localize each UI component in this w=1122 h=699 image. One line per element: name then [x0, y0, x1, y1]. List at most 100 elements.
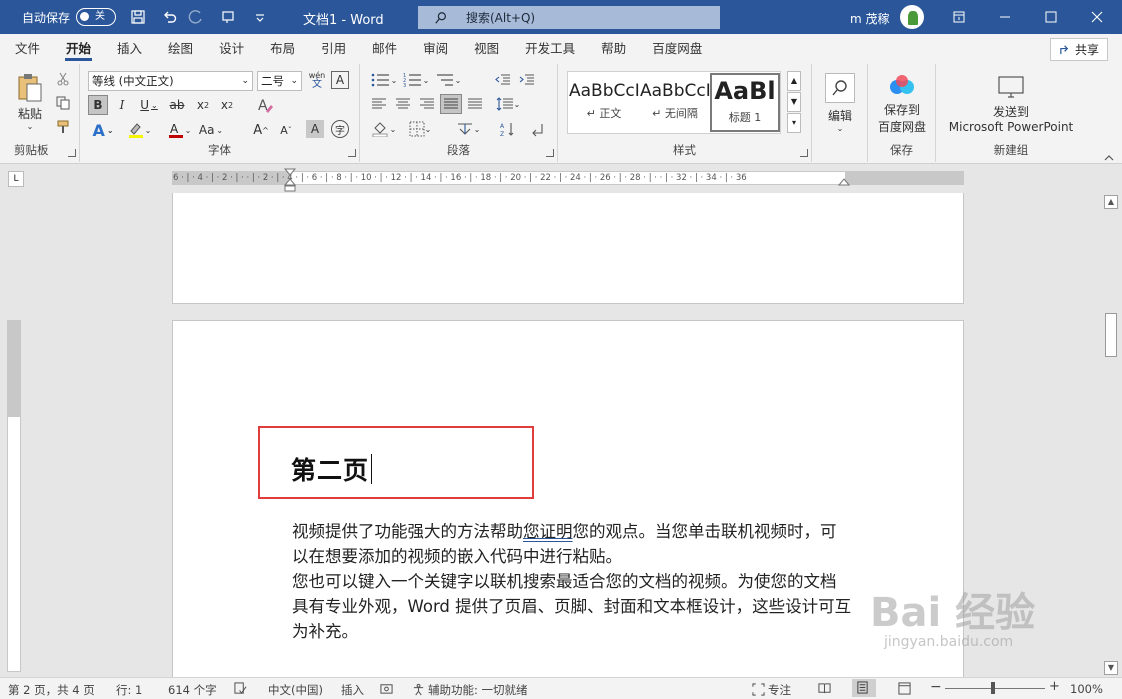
tab-help[interactable]: 帮助	[588, 34, 639, 64]
collapse-ribbon-icon[interactable]	[1104, 152, 1114, 162]
tab-baidu-netdisk[interactable]: 百度网盘	[639, 34, 715, 64]
change-case-button[interactable]: Aa ⌄	[196, 119, 226, 141]
language[interactable]: 中文(中国)	[268, 682, 323, 698]
vertical-scrollbar[interactable]: ▲ ▼	[1104, 195, 1118, 675]
show-marks-icon[interactable]	[526, 119, 548, 139]
page-1-bottom[interactable]	[172, 193, 964, 304]
styles-scroll-up-icon[interactable]: ▲	[787, 71, 801, 91]
print-layout-icon[interactable]	[852, 679, 876, 697]
format-painter-icon[interactable]	[54, 118, 72, 136]
highlight-color-button[interactable]: ⌄	[124, 119, 154, 141]
italic-button[interactable]: I	[112, 95, 132, 115]
accessibility-status[interactable]: 辅助功能: 一切就绪	[412, 682, 528, 698]
bullets-button[interactable]: ⌄	[368, 70, 400, 90]
style-no-spacing[interactable]: AaBbCcI ↵ 无间隔	[640, 73, 710, 132]
tab-draw[interactable]: 绘图	[155, 34, 206, 64]
proofing-icon[interactable]	[234, 682, 250, 696]
multilevel-list-button[interactable]: ⌄	[432, 70, 464, 90]
close-icon[interactable]	[1074, 0, 1120, 34]
shading-button[interactable]: ⌄	[368, 119, 400, 139]
zoom-in-button[interactable]: +	[1049, 679, 1060, 694]
tab-file[interactable]: 文件	[2, 34, 53, 64]
touch-mode-icon[interactable]	[218, 7, 238, 27]
autosave-toggle[interactable]: 关	[76, 8, 117, 26]
customize-toolbar-icon[interactable]	[250, 7, 270, 27]
decrease-indent-icon[interactable]	[492, 70, 514, 90]
tab-developer[interactable]: 开发工具	[512, 34, 588, 64]
page-count[interactable]: 第 2 页，共 4 页	[8, 682, 95, 698]
maximize-icon[interactable]	[1028, 0, 1074, 34]
clear-formatting-icon[interactable]: A	[254, 94, 276, 116]
tab-review[interactable]: 审阅	[410, 34, 461, 64]
tab-insert[interactable]: 插入	[104, 34, 155, 64]
zoom-slider[interactable]	[945, 688, 1045, 689]
underline-button[interactable]: U ⌄	[136, 95, 162, 115]
strikethrough-button[interactable]: ab	[166, 95, 188, 115]
font-name-combo[interactable]: 等线 (中文正文) ⌄	[88, 71, 253, 91]
bold-button[interactable]: B	[88, 95, 108, 115]
redo-icon[interactable]	[186, 7, 206, 27]
cut-icon[interactable]	[54, 70, 72, 88]
send-to-powerpoint-button[interactable]: 发送到 Microsoft PowerPoint	[944, 72, 1078, 136]
align-left-icon[interactable]	[368, 94, 390, 114]
editing-button[interactable]: 编辑 ⌄	[822, 70, 858, 136]
styles-launcher-icon[interactable]	[800, 149, 808, 157]
subscript-button[interactable]: x2	[192, 95, 214, 115]
insert-mode[interactable]: 插入	[341, 682, 364, 698]
styles-scroll-down-icon[interactable]: ▼	[787, 92, 801, 112]
tab-selector[interactable]: L	[8, 171, 24, 187]
chinese-layout-button[interactable]: ⌄	[452, 119, 484, 139]
undo-icon[interactable]	[160, 7, 180, 27]
shrink-font-button[interactable]: Aˇ	[275, 119, 297, 141]
phonetic-guide-button[interactable]: wén 文	[306, 68, 328, 92]
line-number[interactable]: 行: 1	[116, 682, 142, 698]
justify-icon[interactable]	[440, 94, 462, 114]
character-shading-button[interactable]: A	[306, 120, 324, 138]
paragraph-1[interactable]: 视频提供了功能强大的方法帮助您证明您的观点。当您单击联机视频时，可以在想要添加的…	[292, 519, 852, 569]
grow-font-button[interactable]: A ^	[250, 119, 272, 141]
sort-icon[interactable]: AZ	[496, 119, 518, 139]
right-indent-marker-icon[interactable]	[837, 168, 851, 192]
font-color-button[interactable]: A ⌄	[164, 119, 194, 141]
read-mode-icon[interactable]	[818, 682, 834, 696]
focus-mode[interactable]: 专注	[752, 682, 791, 698]
increase-indent-icon[interactable]	[516, 70, 538, 90]
font-size-combo[interactable]: 二号 ⌄	[257, 71, 302, 91]
share-button[interactable]: 共享	[1050, 38, 1108, 61]
document-heading[interactable]: 第二页	[291, 451, 373, 487]
scroll-up-icon[interactable]: ▲	[1104, 195, 1118, 209]
zoom-slider-thumb[interactable]	[991, 682, 995, 694]
align-center-icon[interactable]	[392, 94, 414, 114]
zoom-level[interactable]: 100%	[1070, 682, 1103, 696]
minimize-icon[interactable]	[982, 0, 1028, 34]
ribbon-display-options-icon[interactable]	[936, 0, 982, 34]
tab-design[interactable]: 设计	[206, 34, 257, 64]
macro-icon[interactable]	[380, 682, 396, 696]
clipboard-launcher-icon[interactable]	[68, 149, 76, 157]
paragraph-launcher-icon[interactable]	[546, 149, 554, 157]
tab-layout[interactable]: 布局	[257, 34, 308, 64]
scroll-thumb[interactable]	[1105, 313, 1117, 357]
word-count[interactable]: 614 个字	[168, 682, 217, 698]
text-effects-button[interactable]: A ⌄	[88, 119, 118, 141]
styles-more-icon[interactable]: ▾	[787, 113, 801, 133]
scroll-down-icon[interactable]: ▼	[1104, 661, 1118, 675]
line-spacing-button[interactable]: ⌄	[492, 94, 524, 114]
indent-marker-icon[interactable]	[283, 168, 297, 192]
paste-button[interactable]: 粘贴 ⌄	[12, 72, 48, 132]
user-name[interactable]: m 茂稼	[850, 10, 890, 27]
style-heading-1[interactable]: AaBl 标题 1	[710, 73, 780, 132]
search-box[interactable]: 搜索(Alt+Q)	[418, 6, 720, 29]
zoom-out-button[interactable]: −	[930, 679, 942, 695]
copy-icon[interactable]	[54, 94, 72, 112]
vertical-ruler[interactable]	[7, 320, 21, 672]
character-border-icon[interactable]: A	[331, 71, 349, 89]
page-2[interactable]: 第二页 视频提供了功能强大的方法帮助您证明您的观点。当您单击联机视频时，可以在想…	[172, 320, 964, 680]
enclosed-characters-button[interactable]: 字	[331, 120, 349, 138]
distributed-icon[interactable]	[464, 94, 486, 114]
tab-home[interactable]: 开始	[53, 34, 104, 64]
web-layout-icon[interactable]	[898, 682, 914, 696]
style-normal[interactable]: AaBbCcI ↵ 正文	[569, 73, 639, 132]
tab-view[interactable]: 视图	[461, 34, 512, 64]
avatar[interactable]	[900, 5, 924, 29]
